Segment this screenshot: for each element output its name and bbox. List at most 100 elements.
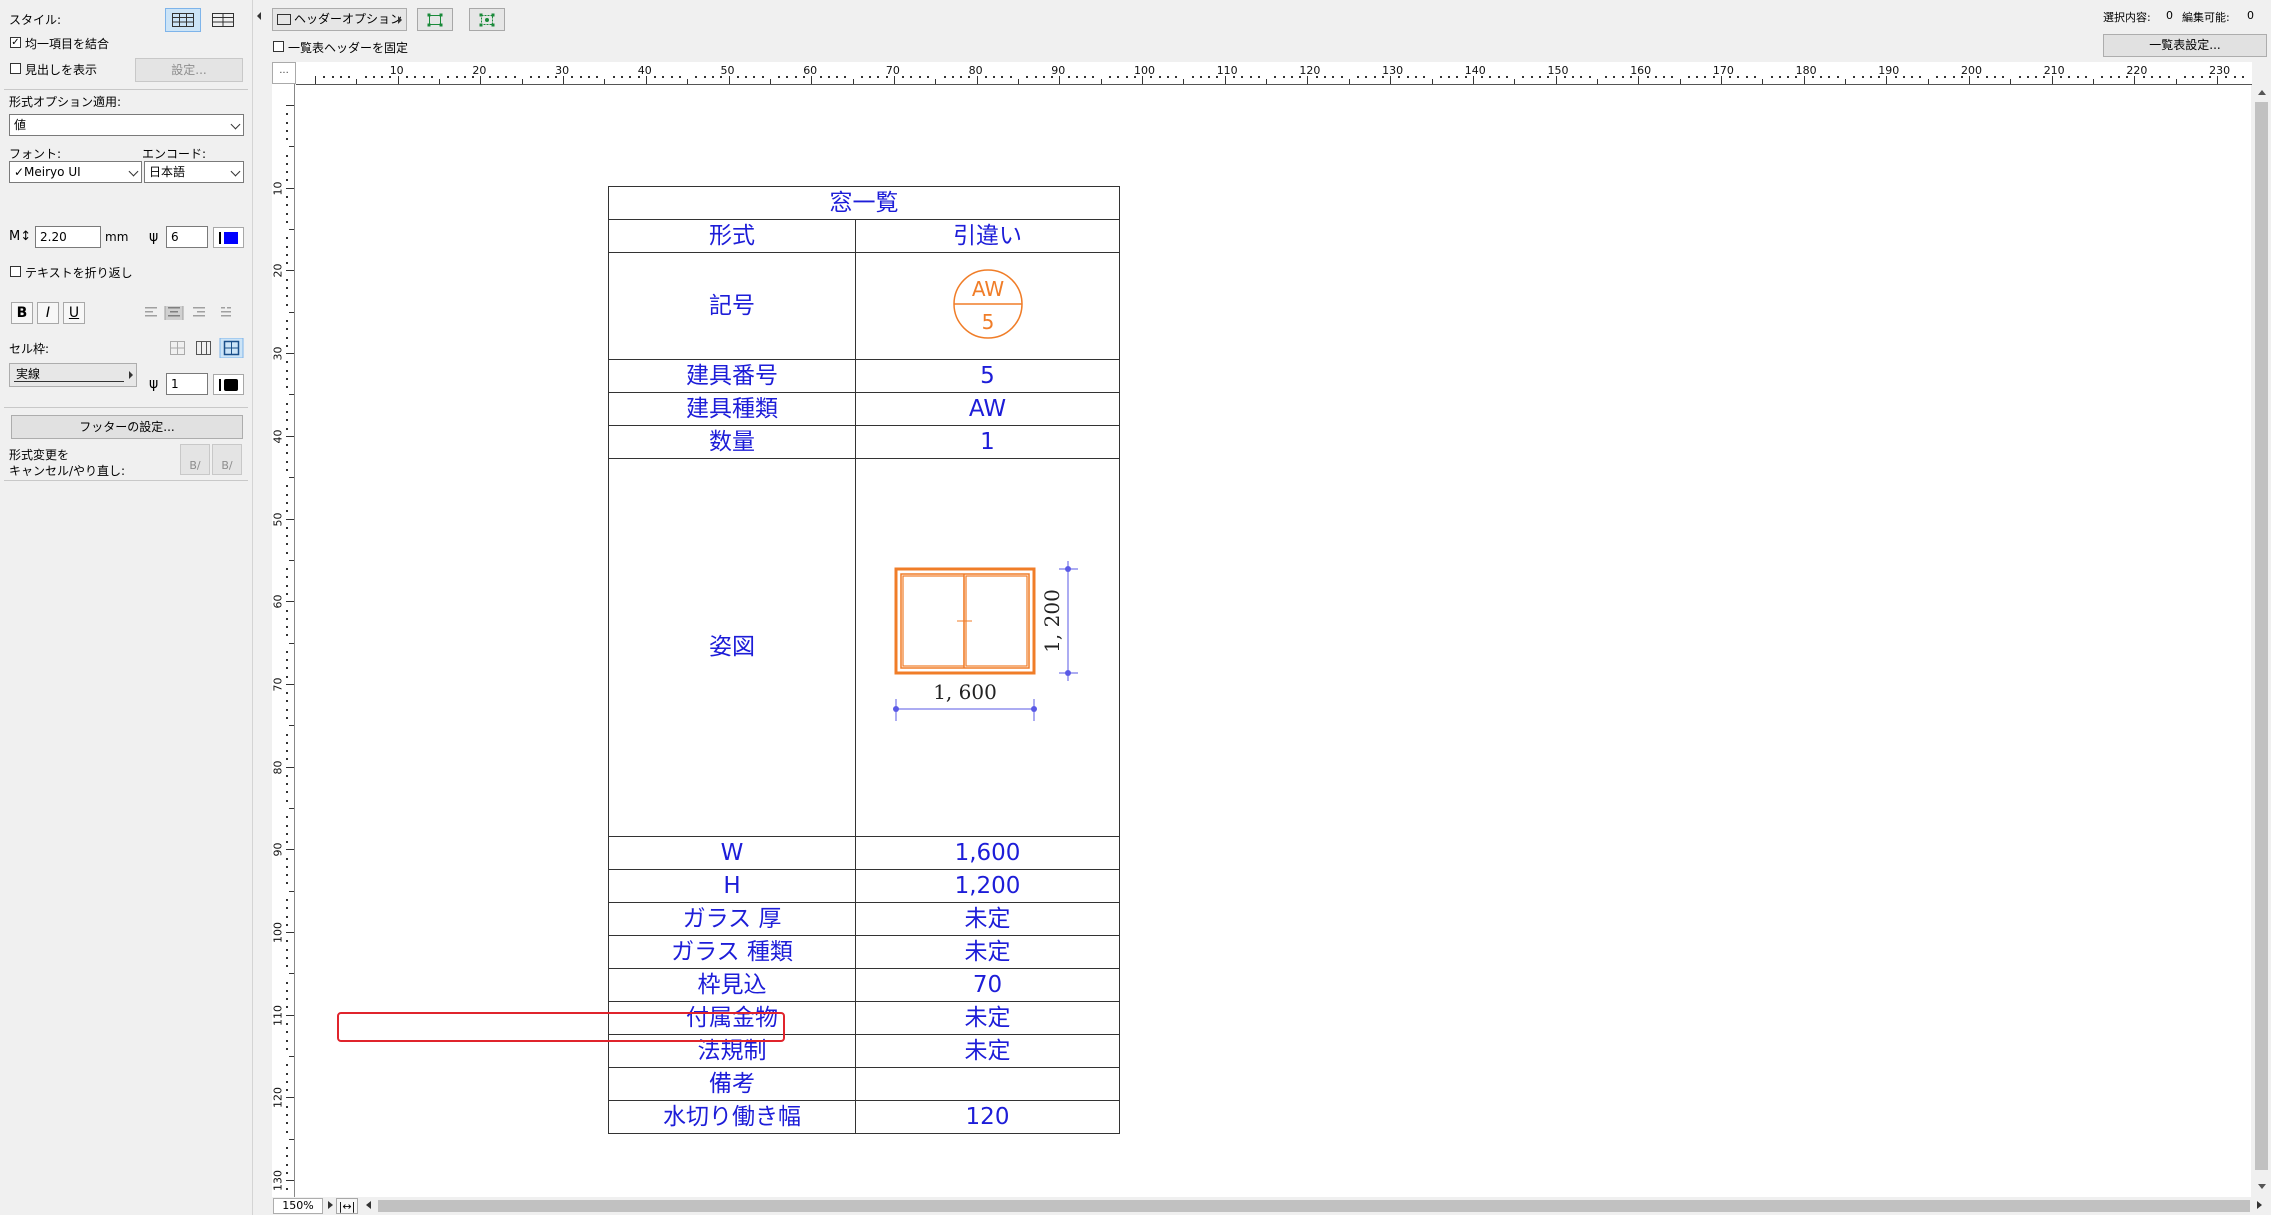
format-options-panel: スタイル: ✓ 均一項目を結合 見出しを表示 設定... 形式オプション適用: … [0, 0, 253, 1215]
footer-settings-button[interactable]: フッターの設定... [11, 415, 243, 439]
italic-button[interactable]: I [37, 302, 59, 324]
fit-width-button[interactable]: |↔| [336, 1198, 358, 1214]
schedule-row[interactable]: 水切り働き幅 120 [608, 1100, 1120, 1134]
vertical-scrollbar[interactable] [2252, 84, 2271, 1197]
scroll-down-icon[interactable] [2258, 1184, 2266, 1189]
schedule-row-label[interactable]: 建具番号 [608, 359, 856, 393]
schedule-row-label[interactable]: 形式 [608, 219, 856, 253]
undo-format-button[interactable]: B/ [180, 444, 210, 475]
schedule-row-value[interactable]: 70 [855, 968, 1120, 1002]
ruler-label: 150 [1547, 64, 1569, 77]
ruler-label: 110 [1216, 64, 1238, 77]
schedule-row-label[interactable]: 記号 [608, 252, 856, 360]
schedule-row-label[interactable]: 姿図 [608, 458, 856, 837]
zoom-field[interactable]: 150% [273, 1198, 323, 1214]
schedule-row-label[interactable]: 備考 [608, 1067, 856, 1101]
schedule-row-label[interactable]: ガラス 厚 [608, 902, 856, 936]
show-header-checkbox[interactable] [10, 63, 21, 74]
schedule-row-label[interactable]: 数量 [608, 425, 856, 459]
header-options-button[interactable]: ヘッダーオプション [272, 8, 407, 31]
schedule-row[interactable]: 建具種類 AW [608, 392, 1120, 426]
line-type-select[interactable]: 実線 [9, 363, 137, 387]
redo-format-button[interactable]: B/ [212, 444, 242, 475]
schedule-row-value[interactable]: 未定 [855, 902, 1120, 936]
schedule-row-value[interactable] [855, 1067, 1120, 1101]
vertical-scroll-thumb[interactable] [2255, 102, 2268, 1170]
wrap-text-label: テキストを折り返し [25, 266, 133, 280]
schedule-row-label[interactable]: W [608, 836, 856, 870]
symbol-cell[interactable]: AW 5 [855, 252, 1120, 360]
schedule-row-label[interactable]: 建具種類 [608, 392, 856, 426]
scroll-up-icon[interactable] [2258, 90, 2266, 95]
schedule-row-value[interactable]: 未定 [855, 935, 1120, 969]
ruler-corner[interactable]: ... [272, 62, 296, 84]
select-elements-button[interactable] [469, 8, 505, 31]
frame-vertical-icon [196, 341, 211, 355]
window-schedule-table[interactable]: 窓一覧 形式 引違い 記号 AW 5 建具番号 5 建具種類 AW 数量 1 姿図 1, 200 1, 6… [608, 186, 1120, 1134]
schedule-row[interactable]: 備考 [608, 1067, 1120, 1101]
cell-frame-buttons[interactable] [168, 338, 244, 358]
bold-button[interactable]: B [11, 302, 33, 324]
horizontal-scroll-thumb[interactable] [378, 1200, 2250, 1212]
height-dimension-text: 1, 200 [1040, 589, 1064, 653]
chevron-down-icon [230, 166, 241, 177]
schedule-row-label[interactable]: 枠見込 [608, 968, 856, 1002]
schedule-row-label[interactable]: ガラス 種類 [608, 935, 856, 969]
schedule-row-value[interactable]: 1 [855, 425, 1120, 459]
ruler-label: 230 [2209, 64, 2231, 77]
schedule-row[interactable]: 形式 引違い [608, 219, 1120, 253]
pen-number-input[interactable]: 6 [166, 226, 208, 248]
underline-button[interactable]: U [63, 302, 85, 324]
wrap-text-checkbox[interactable] [10, 266, 21, 277]
schedule-row[interactable]: H 1,200 [608, 869, 1120, 903]
schedule-row[interactable]: ガラス 厚未定 [608, 902, 1120, 936]
schedule-row-value[interactable]: 引違い [855, 219, 1120, 253]
fix-header-checkbox[interactable] [273, 41, 284, 52]
schedule-row-value[interactable]: 1,200 [855, 869, 1120, 903]
vertical-ruler: 10 20 30 40 50 60 70 80 90 100 110 120 130 [272, 84, 295, 1197]
schedule-row-value[interactable]: AW [855, 392, 1120, 426]
scroll-left-icon[interactable] [366, 1201, 371, 1209]
show-header-label: 見出しを表示 [25, 63, 98, 77]
schedule-title[interactable]: 窓一覧 [608, 186, 1120, 220]
frame-color-picker[interactable] [213, 374, 244, 395]
collapse-left-icon[interactable] [257, 12, 261, 20]
frame-pen-input[interactable]: 1 [166, 373, 208, 395]
schedule-row[interactable]: W 1,600 [608, 836, 1120, 870]
text-size-icon: M↕ [9, 229, 32, 244]
schedule-row[interactable]: ガラス 種類 未定 [608, 935, 1120, 969]
zoom-menu-icon[interactable] [328, 1201, 333, 1209]
schedule-row[interactable]: 数量 1 [608, 425, 1120, 459]
style-list-button[interactable] [205, 8, 241, 32]
selection-label: 選択内容: [2103, 11, 2151, 24]
schedule-row-value[interactable]: 120 [855, 1100, 1120, 1134]
select-cells-button[interactable] [417, 8, 453, 31]
ruler-label: 90 [271, 842, 285, 857]
schedule-row-value[interactable]: 未定 [855, 1034, 1120, 1068]
schedule-settings-button[interactable]: 一覧表設定... [2103, 34, 2267, 57]
window-elevation-drawing: 1, 200 1, 600 [893, 561, 1078, 721]
font-size-input[interactable]: 2.20 [35, 226, 101, 248]
schedule-row-label[interactable]: 水切り働き幅 [608, 1100, 856, 1134]
ruler-label: 130 [1382, 64, 1404, 77]
schedule-row-value[interactable]: 未定 [855, 1001, 1120, 1035]
horizontal-ruler: 10 20 30 40 50 60 70 80 90 100 110 120 130 140 150 160 1… [296, 62, 2252, 85]
ruler-label: 30 [271, 346, 285, 361]
format-apply-select[interactable]: 値 [9, 114, 244, 136]
schedule-row-value[interactable]: 1,600 [855, 836, 1120, 870]
align-left-icon [145, 307, 157, 317]
schedule-row[interactable]: 記号 AW 5 [608, 252, 1120, 360]
schedule-row-value[interactable]: 5 [855, 359, 1120, 393]
elevation-cell[interactable]: 1, 200 1, 600 [855, 458, 1120, 837]
schedule-row[interactable]: 建具番号 5 [608, 359, 1120, 393]
schedule-row[interactable]: 枠見込 70 [608, 968, 1120, 1002]
encoding-select[interactable]: 日本語 [144, 161, 244, 183]
font-select[interactable]: ✓Meiryo UI [9, 161, 142, 183]
merge-uniform-checkbox[interactable]: ✓ [10, 37, 21, 48]
schedule-row-label[interactable]: H [608, 869, 856, 903]
style-grid-button[interactable] [165, 8, 201, 32]
scroll-right-icon[interactable] [2257, 1201, 2262, 1209]
settings-button[interactable]: 設定... [135, 58, 243, 82]
text-color-picker[interactable] [213, 227, 244, 248]
schedule-row[interactable]: 姿図 1, 200 1, 600 [608, 458, 1120, 837]
